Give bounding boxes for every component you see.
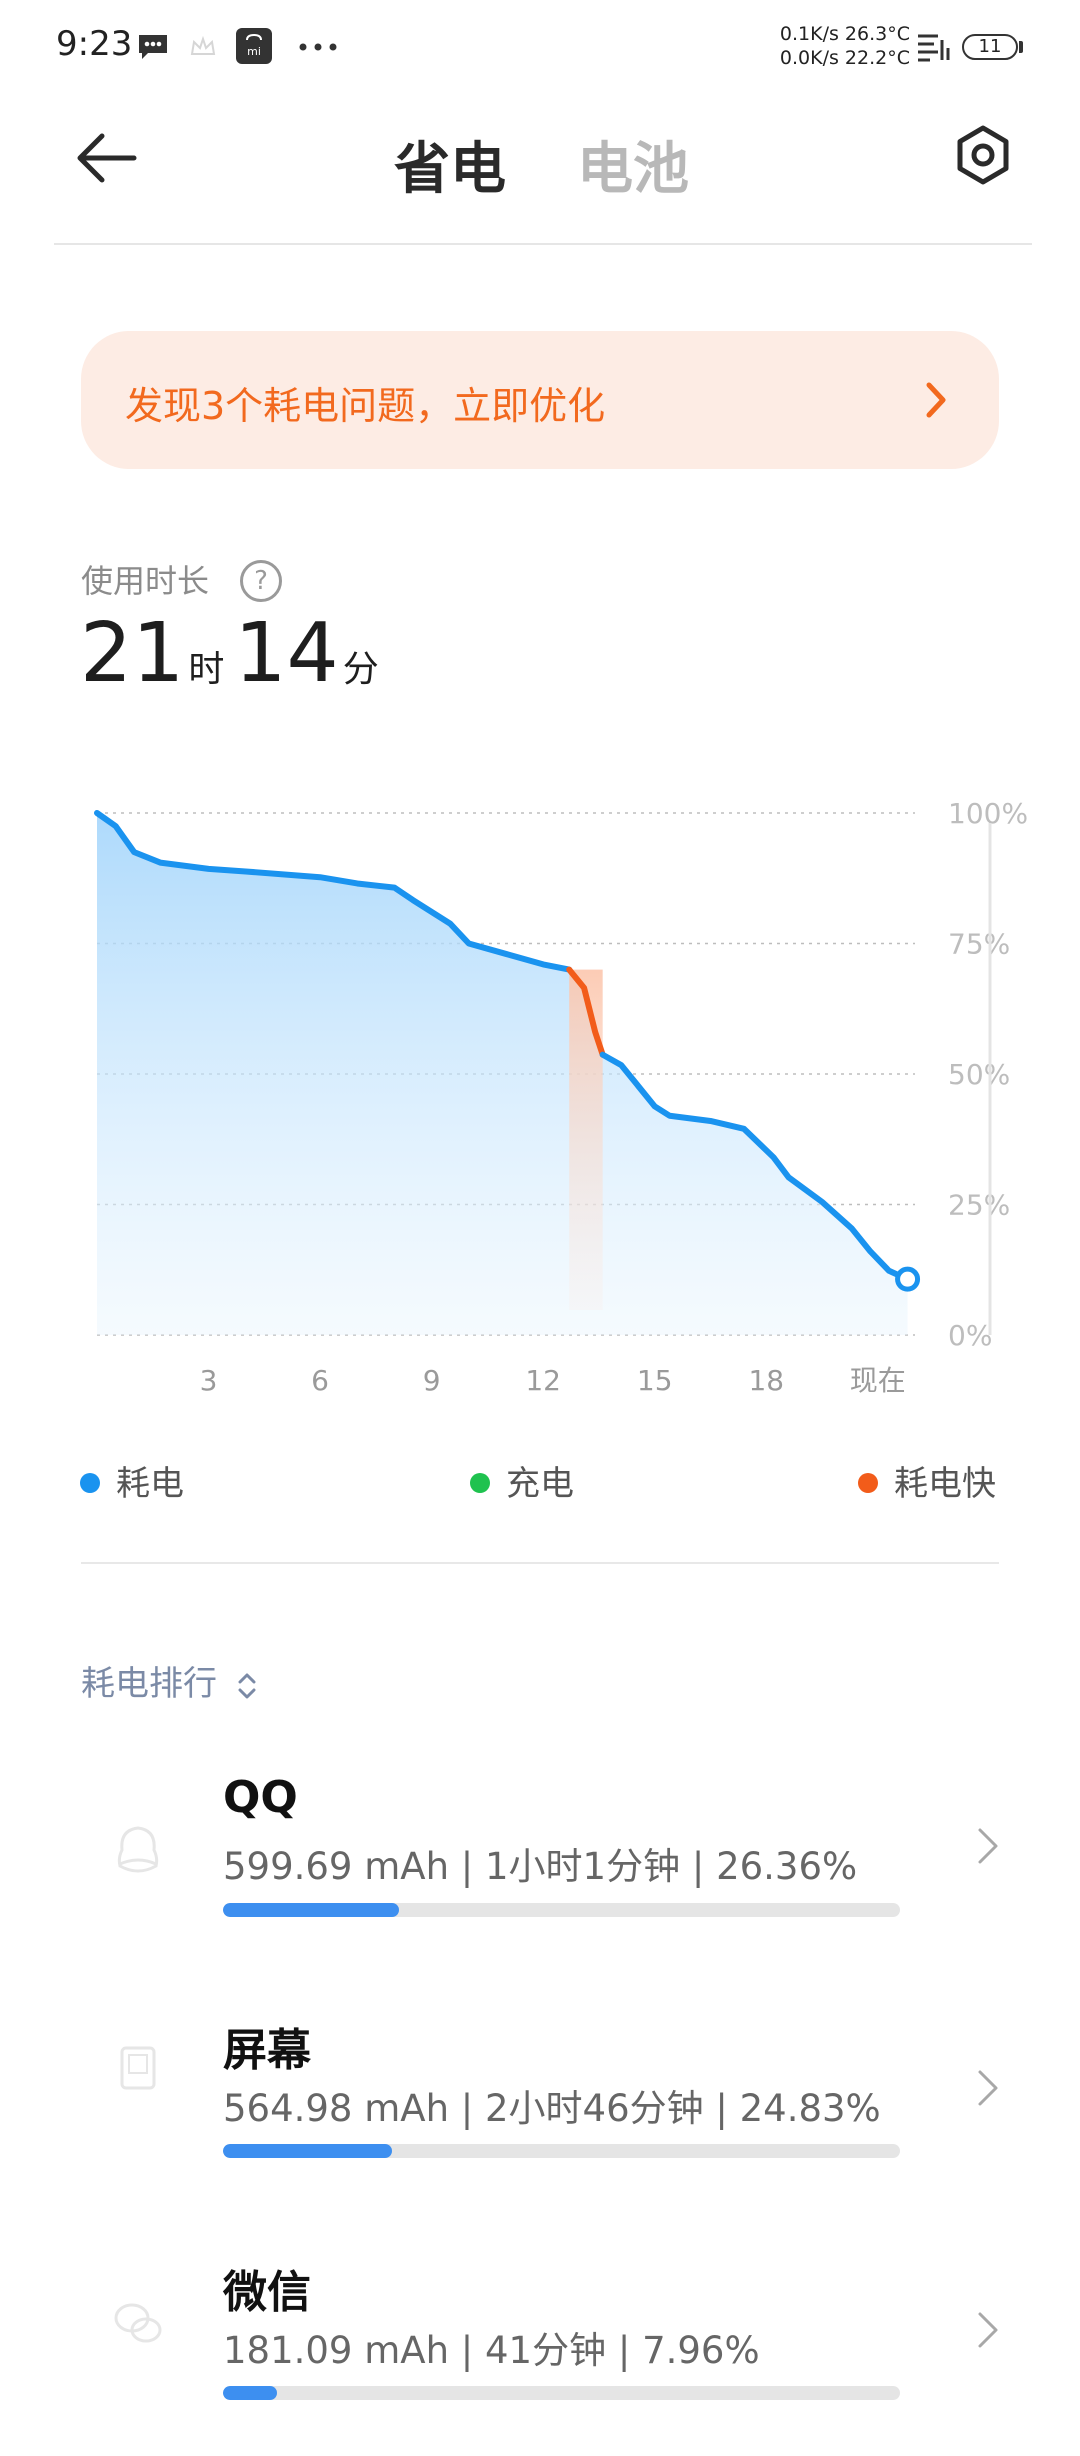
usage-share-bar — [223, 1903, 900, 1917]
usage-share-fill — [223, 2144, 393, 2158]
x-tick-label: 现在 — [850, 1364, 906, 1397]
app-name: 微信 — [223, 2267, 311, 2318]
chevron-right-icon — [978, 2070, 998, 2106]
usage-hours: 21 — [80, 606, 185, 701]
x-tick-label: 3 — [200, 1364, 218, 1397]
status-bar: 9:23 mi 0.1K/s 26.3°C 0.0K/s 22.2°C 11 — [0, 0, 1080, 90]
ranking-item-qq[interactable]: QQ 599.69 mAh | 1小时1分钟 | 26.36% — [0, 1752, 1080, 1972]
x-tick-label: 9 — [423, 1364, 441, 1397]
qq-icon — [117, 1826, 159, 1873]
wechat-icon — [114, 2303, 162, 2343]
signal-icon — [918, 34, 950, 62]
usage-minutes-unit: 分 — [342, 649, 379, 690]
sort-toggle-icon — [238, 1673, 256, 1698]
usage-share-fill — [223, 2386, 278, 2400]
battery-icon: 11 — [962, 34, 1018, 60]
usage-share-bar — [223, 2144, 900, 2158]
app-name: QQ — [223, 1772, 298, 1823]
app-usage-detail: 599.69 mAh | 1小时1分钟 | 26.36% — [223, 1845, 858, 1888]
more-dots-icon — [299, 43, 337, 51]
y-tick-label: 75% — [948, 928, 1010, 961]
usage-duration-label: 使用时长 — [81, 562, 210, 600]
optimize-alert-banner[interactable]: 发现3个耗电问题，立即优化 — [81, 331, 999, 469]
net-speed-up: 0.1K/s 26.3°C — [779, 23, 910, 45]
screen-icon — [120, 2046, 156, 2090]
legend-dot-drain — [80, 1472, 100, 1493]
svg-text:mi: mi — [247, 45, 261, 58]
y-tick-label: 100% — [948, 797, 1028, 830]
mi-store-icon: mi — [236, 28, 272, 64]
y-tick-label: 0% — [948, 1319, 992, 1352]
x-tick-label: 15 — [637, 1364, 673, 1397]
help-icon[interactable]: ? — [240, 560, 282, 602]
ranking-item-screen[interactable]: 屏幕 564.98 mAh | 2小时46分钟 | 24.83% — [0, 1994, 1080, 2214]
legend-fast-drain: 耗电快 — [858, 1456, 996, 1505]
current-level-marker — [895, 1266, 921, 1292]
usage-share-fill — [223, 1903, 400, 1917]
legend-drain: 耗电 — [80, 1456, 184, 1505]
legend-dot-fast-drain — [858, 1472, 878, 1493]
x-tick-label: 12 — [525, 1364, 561, 1397]
usage-duration-value: 21 时 14 分 — [80, 606, 389, 701]
tab-power-saving[interactable]: 省电 — [394, 124, 506, 205]
battery-tip — [1019, 41, 1023, 53]
y-tick-label: 25% — [948, 1189, 1010, 1222]
ranking-sort-toggle[interactable]: 耗电排行 — [81, 1656, 258, 1705]
usage-minutes: 14 — [234, 606, 339, 701]
legend-dot-charging — [470, 1472, 490, 1493]
net-speed-down: 0.0K/s 22.2°C — [779, 47, 910, 69]
usage-share-bar — [223, 2386, 900, 2400]
chevron-right-icon — [978, 1828, 998, 1864]
chevron-right-icon — [978, 2312, 998, 2348]
message-icon — [139, 35, 167, 59]
fast-drain-band — [569, 969, 603, 1310]
app-usage-detail: 564.98 mAh | 2小时46分钟 | 24.83% — [223, 2087, 881, 2130]
tab-battery[interactable]: 电池 — [577, 124, 689, 205]
crown-icon — [190, 36, 216, 55]
chevron-right-icon — [926, 382, 946, 418]
battery-level-chart: 100% 75% 50% 25% 0% 3 6 9 12 15 18 现在 — [94, 797, 1028, 1397]
legend-divider — [81, 1562, 999, 1564]
app-name: 屏幕 — [223, 2025, 311, 2076]
y-tick-label: 50% — [948, 1058, 1010, 1091]
alert-text: 发现3个耗电问题，立即优化 — [125, 384, 606, 428]
back-arrow-icon[interactable] — [72, 128, 142, 188]
ranking-item-wechat[interactable]: 微信 181.09 mAh | 41分钟 | 7.96% — [0, 2236, 1080, 2456]
settings-icon[interactable] — [952, 124, 1014, 186]
status-time: 9:23 — [56, 24, 133, 64]
usage-hours-unit: 时 — [188, 649, 225, 690]
app-usage-detail: 181.09 mAh | 41分钟 | 7.96% — [223, 2329, 760, 2372]
x-tick-label: 18 — [748, 1364, 784, 1397]
header-divider — [54, 243, 1032, 245]
legend-charging: 充电 — [470, 1456, 574, 1505]
x-tick-label: 6 — [311, 1364, 329, 1397]
